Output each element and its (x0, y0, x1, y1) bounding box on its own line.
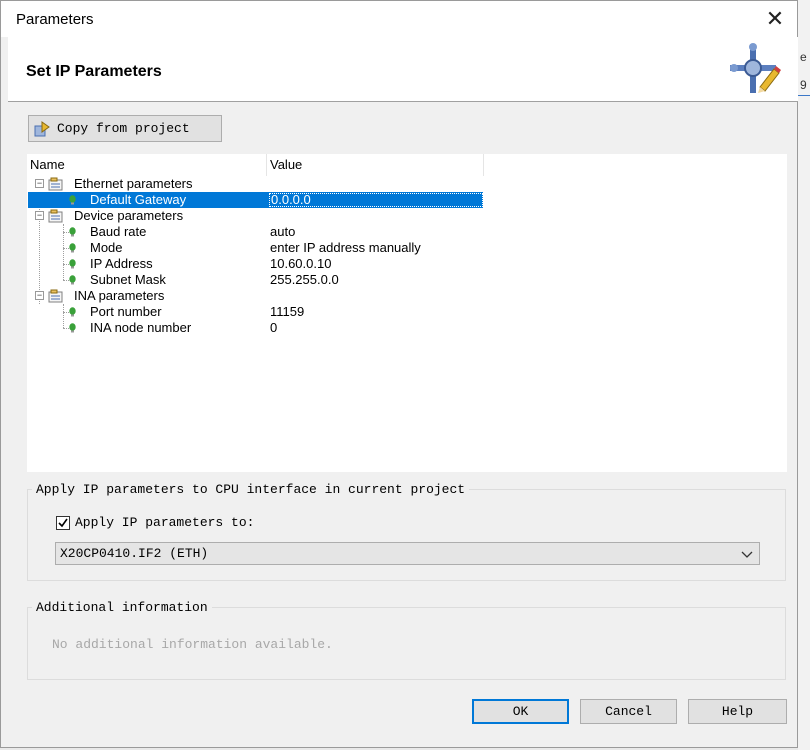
tree-row-subnet-mask[interactable]: Subnet Mask 255.255.0.0 (27, 272, 787, 288)
collapse-icon[interactable]: − (35, 291, 44, 300)
checkmark-icon (58, 518, 68, 528)
help-button[interactable]: Help (688, 699, 787, 724)
copy-from-project-button[interactable]: Copy from project (28, 115, 222, 142)
copy-from-project-label: Copy from project (57, 121, 190, 136)
copy-arrow-icon (34, 121, 50, 137)
parameter-bulb-icon (69, 259, 76, 269)
tree-item-value[interactable]: 11159 (270, 304, 304, 320)
ok-button[interactable]: OK (472, 699, 569, 724)
tree-item-value[interactable]: enter IP address manually (270, 240, 421, 256)
tree-row-mode[interactable]: Mode enter IP address manually (27, 240, 787, 256)
tree-item-value[interactable]: 255.255.0.0 (270, 272, 339, 288)
tree-row-port-number[interactable]: Port number 11159 (27, 304, 787, 320)
tree-item-value[interactable]: auto (270, 224, 295, 240)
additional-info-legend: Additional information (36, 600, 208, 615)
parameter-group-icon (48, 289, 63, 303)
apply-ip-group: Apply IP parameters to CPU interface in … (27, 482, 786, 581)
dialog-header: Set IP Parameters (8, 37, 798, 102)
parameter-bulb-icon (69, 243, 76, 253)
tree-item-name: Subnet Mask (90, 272, 166, 287)
cancel-button[interactable]: Cancel (580, 699, 677, 724)
tree-item-value[interactable]: 0 (270, 320, 277, 336)
collapse-icon[interactable]: − (35, 211, 44, 220)
tree-item-name: Baud rate (90, 224, 147, 239)
column-header-name[interactable]: Name (30, 154, 65, 176)
tree-row-baud-rate[interactable]: Baud rate auto (27, 224, 787, 240)
tree-item-value[interactable]: 0.0.0.0 (269, 193, 483, 207)
apply-ip-checkbox-label[interactable]: Apply IP parameters to: (75, 515, 254, 530)
tree-row-default-gateway[interactable]: Default Gateway 0.0.0.0 (28, 192, 483, 208)
tree-item-value[interactable]: 10.60.0.10 (270, 256, 331, 272)
window-title: Parameters (16, 11, 94, 28)
tree-group-device[interactable]: − Device parameters (27, 208, 787, 224)
tree-group-label: Ethernet parameters (74, 176, 193, 191)
apply-ip-group-legend: Apply IP parameters to CPU interface in … (36, 482, 466, 497)
tree-group-label: INA parameters (74, 288, 165, 303)
parameter-tree: Name Value − Ethernet parameters Default… (27, 154, 787, 472)
tree-item-name: Mode (90, 240, 123, 255)
tree-row-ina-node-number[interactable]: INA node number 0 (27, 320, 787, 336)
page-title: Set IP Parameters (26, 63, 162, 80)
tree-group-ethernet[interactable]: − Ethernet parameters (27, 176, 787, 192)
settings-tools-icon (730, 43, 781, 93)
title-bar: Parameters ✕ (1, 1, 797, 37)
tree-item-name: Port number (90, 304, 162, 319)
parameter-bulb-icon (69, 195, 76, 205)
tree-row-ip-address[interactable]: IP Address 10.60.0.10 (27, 256, 787, 272)
parameter-bulb-icon (69, 227, 76, 237)
parameter-group-icon (48, 177, 63, 191)
additional-info-text: No additional information available. (52, 637, 333, 652)
parameter-bulb-icon (69, 323, 76, 333)
tree-group-label: Device parameters (74, 208, 184, 223)
parameter-bulb-icon (69, 275, 76, 285)
background-window-edge: e 9 (798, 0, 810, 750)
collapse-icon[interactable]: − (35, 179, 44, 188)
tree-item-name: INA node number (90, 320, 192, 335)
parameter-bulb-icon (69, 307, 76, 317)
close-icon[interactable]: ✕ (761, 5, 789, 33)
interface-select-value: X20CP0410.IF2 (ETH) (60, 546, 209, 561)
tree-group-ina[interactable]: − INA parameters (27, 288, 787, 304)
interface-select[interactable]: X20CP0410.IF2 (ETH) (55, 542, 760, 565)
parameters-dialog: Parameters ✕ Set IP Parameters Copy from… (0, 0, 798, 748)
apply-ip-checkbox[interactable] (56, 516, 70, 530)
chevron-down-icon (741, 551, 753, 558)
tree-item-name: Default Gateway (90, 192, 187, 207)
tree-item-name: IP Address (90, 256, 153, 271)
column-header-value[interactable]: Value (270, 154, 302, 176)
parameter-group-icon (48, 209, 63, 223)
